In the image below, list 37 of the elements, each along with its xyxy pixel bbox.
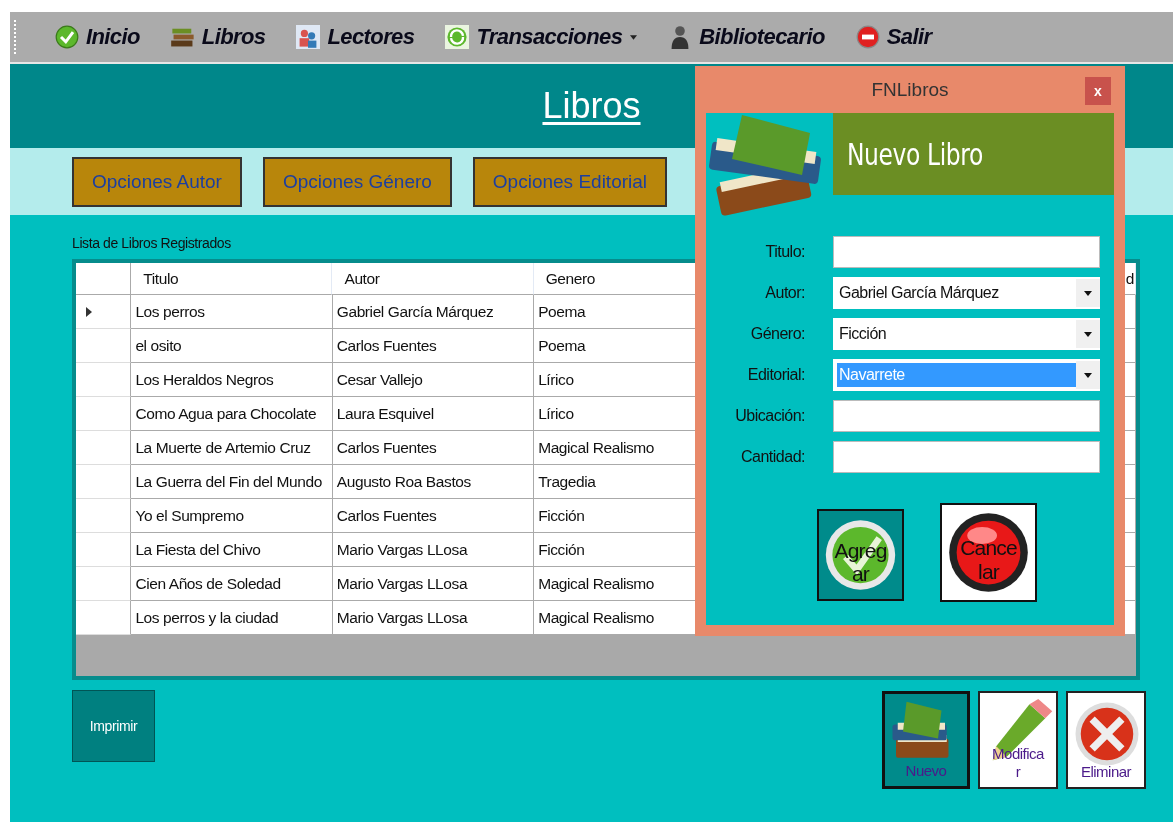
dropdown-field[interactable]: Ficción <box>833 318 1100 350</box>
field-label: Editorial: <box>746 366 805 384</box>
field-label: Titulo: <box>764 243 805 261</box>
edit-button[interactable]: Modificar <box>978 691 1058 789</box>
dialog-heading: Nuevo Libro <box>847 136 983 172</box>
menu-item[interactable]: Bibliotecario <box>663 22 829 52</box>
input-field[interactable] <box>833 400 1100 432</box>
menu-item[interactable]: Transacciones <box>440 22 642 52</box>
row-header[interactable] <box>76 601 132 635</box>
table-caption: Lista de Libros Registrados <box>72 235 231 253</box>
page-title: Libros <box>542 85 641 127</box>
dropdown-arrow-icon <box>1084 372 1092 378</box>
stop-icon <box>854 25 881 49</box>
dialog-title: FNLibros <box>871 78 949 101</box>
check-icon <box>54 25 80 49</box>
close-button[interactable]: x <box>1085 77 1111 105</box>
dropdown-field[interactable]: Gabriel García Márquez <box>833 277 1100 309</box>
menu-item[interactable]: Salir <box>850 22 936 52</box>
menu-item[interactable]: Lectores <box>291 22 419 52</box>
table-cell: Los perros y la ciudad <box>131 601 333 635</box>
dropdown-arrow-icon <box>1084 331 1092 337</box>
dropdown-arrow-icon <box>1084 290 1092 296</box>
cancel-button[interactable]: Cancelar <box>940 503 1037 602</box>
field-label: Autor: <box>764 284 805 302</box>
field-label: Género: <box>749 325 805 343</box>
print-button[interactable]: Imprimir <box>72 690 155 762</box>
field-label: Cantidad: <box>740 448 805 466</box>
table-cell: Mario Vargas LLosa <box>332 601 535 635</box>
people-icon <box>295 25 322 49</box>
delete-button[interactable]: Eliminar <box>1066 691 1146 789</box>
input-field[interactable] <box>833 236 1100 268</box>
field-label: Ubicación: <box>734 407 805 425</box>
refresh-icon <box>444 25 471 49</box>
grip-handle[interactable] <box>14 20 18 54</box>
menu-item[interactable]: Libros <box>165 22 270 52</box>
menu-item[interactable]: Inicio <box>50 22 144 52</box>
input-field[interactable] <box>833 441 1100 473</box>
